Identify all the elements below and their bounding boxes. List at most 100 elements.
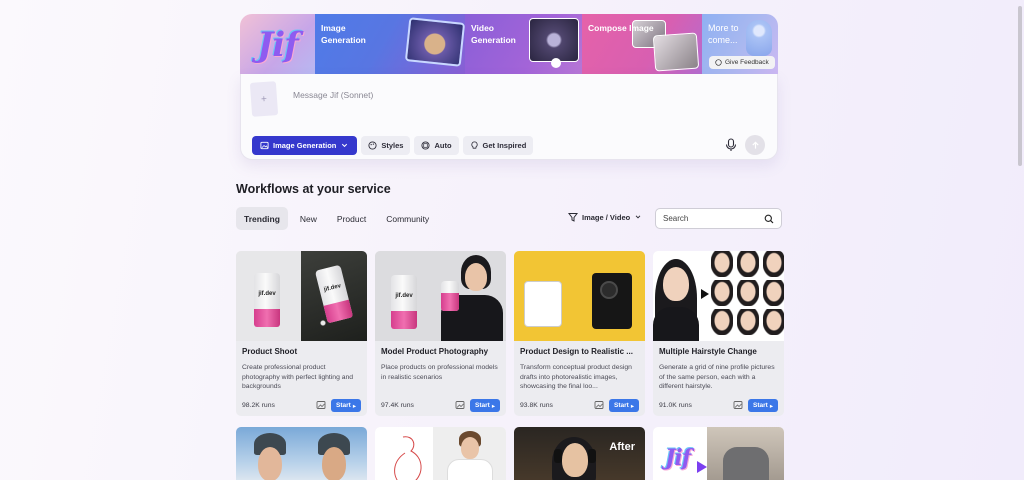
mode-select-button[interactable]: Image Generation — [252, 136, 358, 155]
workflow-tabs: Trending New Product Community — [236, 207, 437, 230]
get-inspired-button[interactable]: Get Inspired — [462, 136, 534, 155]
card-title: Model Product Photography — [381, 347, 489, 356]
hairstyle-thumb — [737, 280, 759, 306]
filter-icon — [568, 213, 578, 222]
filter-label: Image / Video — [582, 212, 631, 222]
tshirt-illustration — [723, 447, 769, 480]
tab-trending[interactable]: Trending — [236, 207, 288, 230]
message-composer: + Image Generation Styles Auto Get Inspi… — [240, 74, 778, 160]
card-thumbnail: jif.dev jif.dev — [236, 251, 367, 341]
section-title: Workflows at your service — [236, 182, 391, 196]
workflow-card-product-shoot[interactable]: jif.dev jif.dev Product Shoot Create pro… — [236, 251, 367, 416]
lightbulb-icon — [470, 141, 478, 149]
image-type-icon — [733, 401, 743, 409]
play-icon: ▸ — [630, 402, 635, 410]
arrow-right-icon — [701, 289, 709, 299]
search-input[interactable] — [663, 214, 758, 223]
sketch-machine — [524, 281, 562, 327]
mode-label: Image Generation — [273, 141, 337, 150]
hairstyle-thumb — [763, 251, 784, 277]
card-description: Generate a grid of nine profile pictures… — [659, 364, 775, 390]
face-right — [322, 447, 346, 480]
styles-button[interactable]: Styles — [361, 136, 411, 155]
message-input[interactable] — [293, 90, 713, 100]
card-thumbnail — [514, 251, 645, 341]
start-button[interactable]: Start ▸ — [470, 399, 501, 412]
portrait-shirt — [653, 307, 699, 341]
model-face — [461, 437, 479, 459]
tile-image-generation[interactable]: Image Generation — [315, 14, 465, 76]
can-illustration: jif.dev — [254, 273, 280, 327]
search-icon[interactable] — [764, 214, 774, 224]
card-thumbnail: Jif — [653, 427, 784, 480]
model-face — [562, 443, 588, 477]
hairstyle-thumb — [711, 280, 733, 306]
workflow-search — [655, 208, 782, 229]
auto-button[interactable]: Auto — [414, 136, 459, 155]
give-feedback-label: Give Feedback — [725, 59, 769, 66]
after-label: After — [609, 441, 635, 453]
card-thumbnail — [236, 427, 367, 480]
card-runs: 93.8K runs — [520, 402, 553, 409]
chat-bubble-icon — [715, 59, 722, 66]
tile-compose-image[interactable]: Compose Image — [582, 14, 702, 76]
jif-logo[interactable]: Jif — [240, 14, 315, 76]
aspect-ratio-icon — [421, 141, 431, 150]
start-button[interactable]: Start ▸ — [609, 399, 640, 412]
image-type-icon — [316, 401, 326, 409]
card-runs: 98.2K runs — [242, 402, 275, 409]
hairstyle-thumb — [711, 251, 733, 277]
chevron-down-icon — [342, 143, 348, 148]
arrow-up-icon — [751, 141, 759, 149]
hairstyle-thumb — [763, 309, 784, 335]
compose-illustration-b — [652, 32, 700, 72]
give-feedback-button[interactable]: Give Feedback — [709, 56, 775, 69]
play-icon: ▸ — [769, 402, 774, 410]
play-icon: ▸ — [491, 402, 496, 410]
card-description: Transform conceptual product design draf… — [520, 364, 632, 390]
tile-video-generation[interactable]: Video Generation — [465, 14, 582, 76]
face-left — [258, 447, 282, 480]
tile-label: Video Generation — [471, 23, 516, 45]
workflow-card-model-product-photography[interactable]: jif.dev Model Product Photography Place … — [375, 251, 506, 416]
hairstyle-thumb — [737, 309, 759, 335]
send-button[interactable] — [745, 135, 765, 155]
hairstyle-thumb — [711, 309, 733, 335]
card-thumbnail: After — [514, 427, 645, 480]
chevron-down-icon — [635, 215, 641, 219]
scrollbar-thumb[interactable] — [1018, 6, 1022, 166]
start-label: Start — [753, 402, 768, 409]
attach-image-button[interactable]: + — [249, 81, 279, 117]
workflow-card[interactable] — [375, 427, 506, 480]
tab-community[interactable]: Community — [378, 207, 437, 230]
tab-new[interactable]: New — [292, 207, 325, 230]
arrow-right-icon — [697, 461, 707, 473]
image-type-icon — [594, 401, 604, 409]
tile-label: Compose Image — [588, 23, 654, 33]
sketch-illustration — [394, 436, 422, 480]
image-icon — [260, 141, 269, 150]
workflow-card[interactable] — [236, 427, 367, 480]
microphone-icon[interactable] — [725, 138, 737, 152]
can-label: jif.dev — [323, 283, 342, 294]
start-label: Start — [336, 402, 351, 409]
start-button[interactable]: Start ▸ — [748, 399, 779, 412]
workflow-card-product-design[interactable]: Product Design to Realistic ... Transfor… — [514, 251, 645, 416]
card-title: Multiple Hairstyle Change — [659, 347, 757, 356]
workflow-card[interactable]: After — [514, 427, 645, 480]
card-thumbnail: jif.dev — [375, 251, 506, 341]
jif-logo: Jif — [665, 445, 691, 471]
start-button[interactable]: Start ▸ — [331, 399, 362, 412]
media-filter-dropdown[interactable]: Image / Video — [568, 212, 642, 222]
plus-icon: + — [260, 93, 268, 105]
workflow-card[interactable]: Jif — [653, 427, 784, 480]
page-scrollbar[interactable] — [1016, 0, 1024, 480]
logo-text: Jif — [257, 25, 299, 65]
card-thumbnail — [653, 251, 784, 341]
feature-banner: Jif Image Generation Video Generation Co… — [240, 14, 778, 76]
can-illustration — [441, 281, 459, 311]
get-inspired-label: Get Inspired — [482, 141, 527, 150]
tab-product[interactable]: Product — [329, 207, 374, 230]
headphone-right — [588, 449, 596, 463]
workflow-card-hairstyle-change[interactable]: Multiple Hairstyle Change Generate a gri… — [653, 251, 784, 416]
